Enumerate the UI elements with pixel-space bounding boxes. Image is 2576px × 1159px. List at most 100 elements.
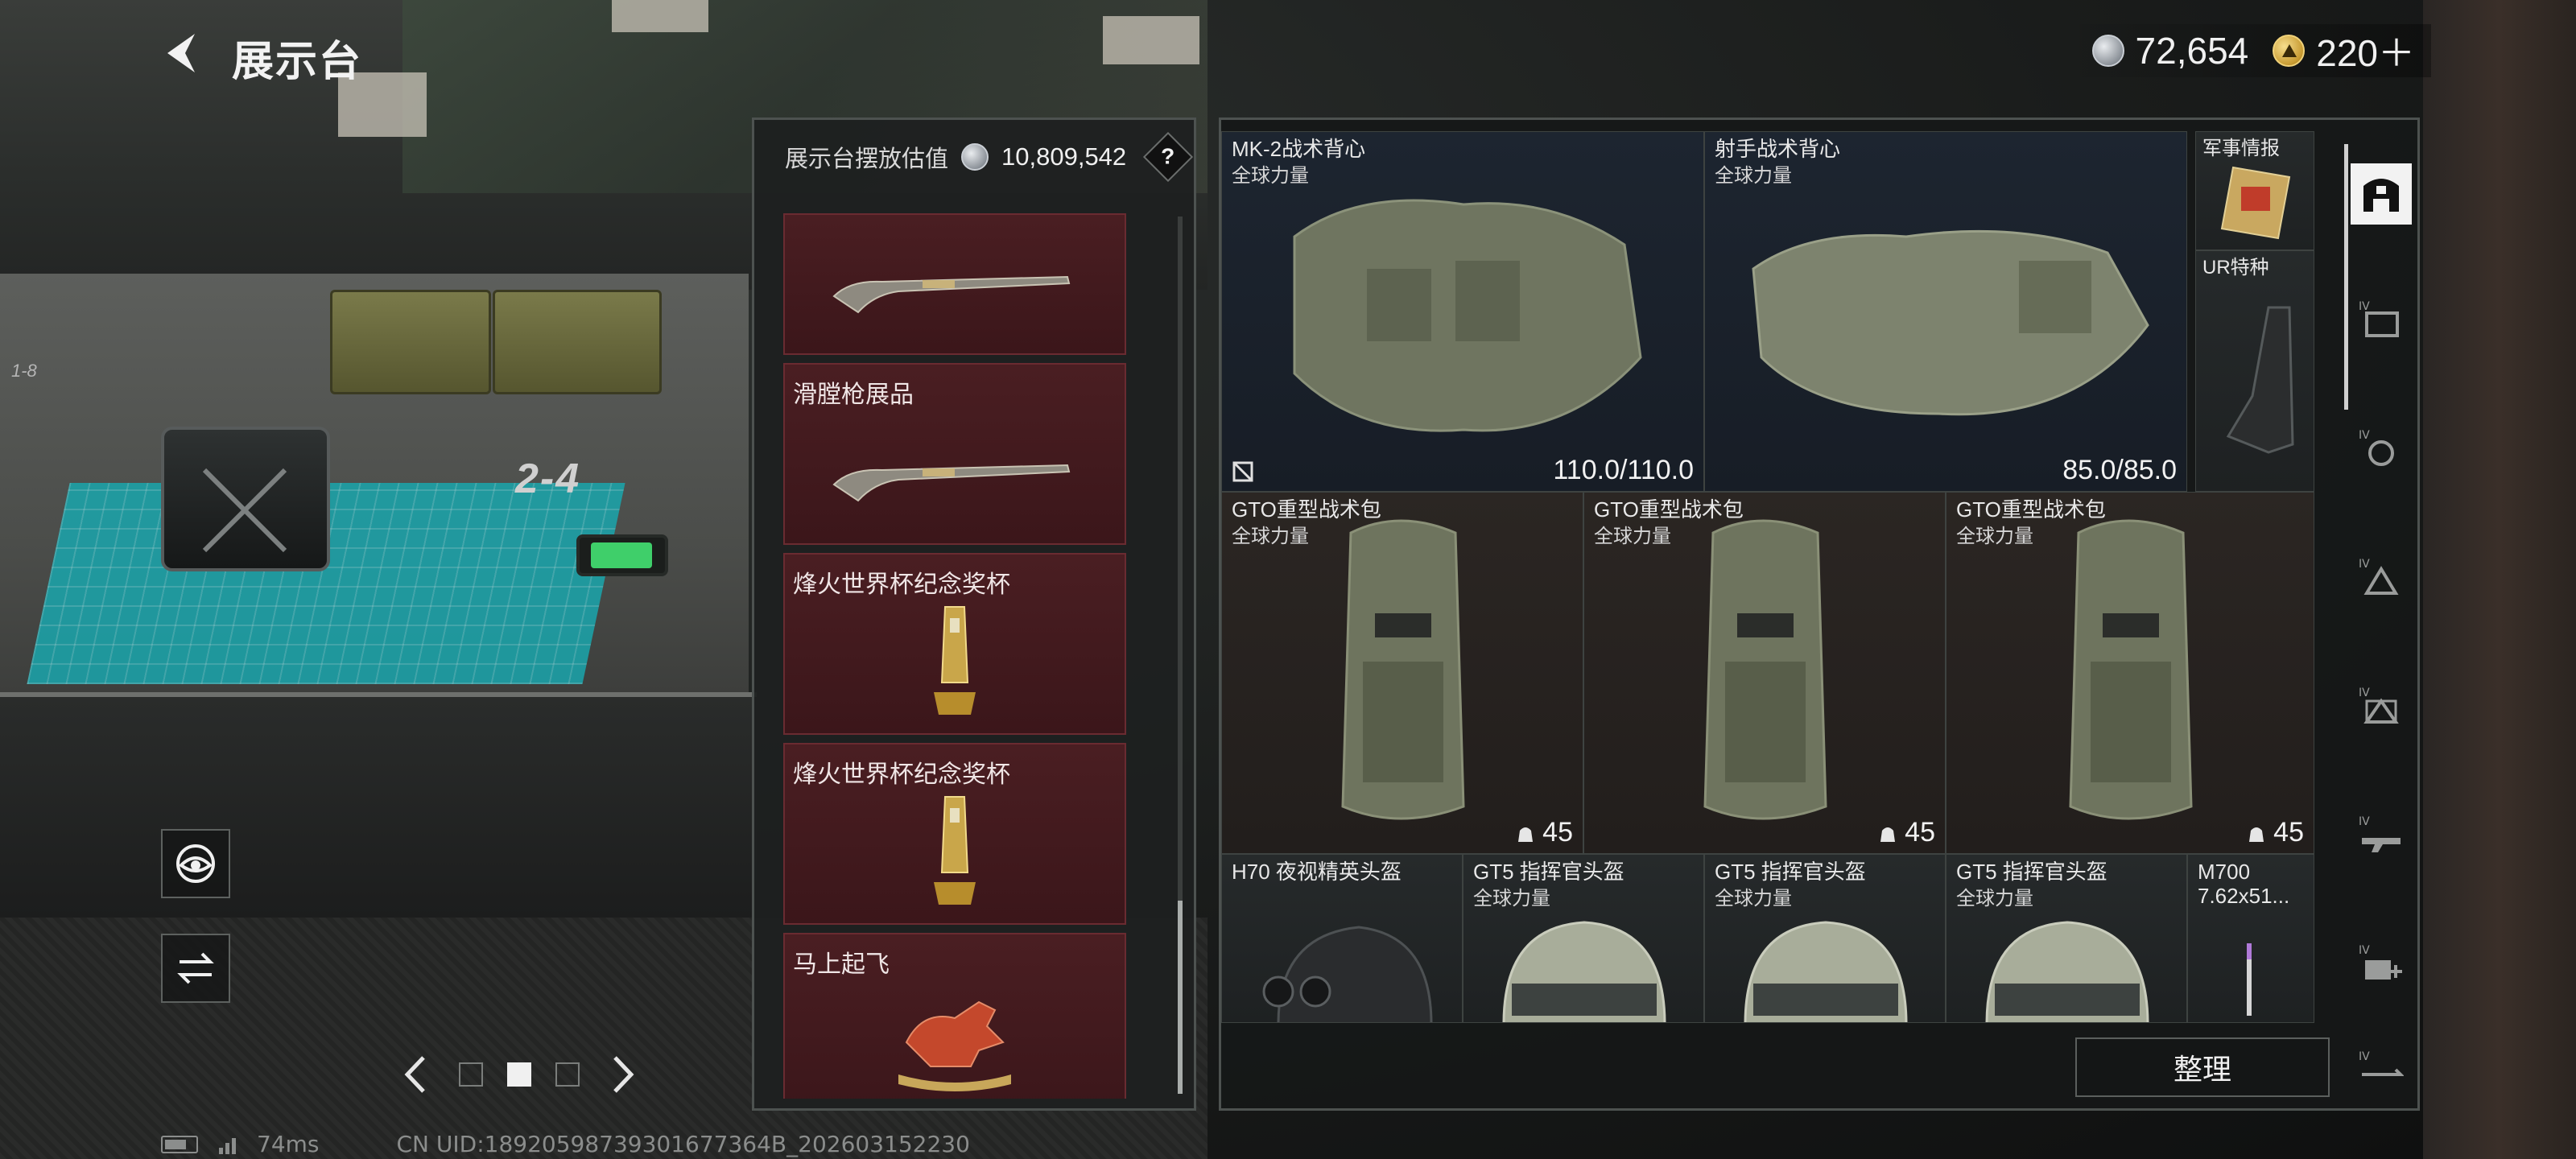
- item-name: H70 夜视精英头盔: [1232, 860, 1402, 884]
- capacity-icon: [2249, 827, 2264, 842]
- item-name: GT5 指挥官头盔: [1715, 860, 1866, 884]
- grid-slot-label: 2-4: [515, 456, 581, 502]
- misc-category-icon: IV: [2359, 1050, 2404, 1076]
- back-button[interactable]: [158, 29, 206, 77]
- svg-text:IV: IV: [2359, 300, 2370, 313]
- jerrycan-exhibit[interactable]: [161, 427, 330, 571]
- item-name: 射手战术背心: [1715, 137, 1841, 161]
- showcase-value-amount: 10,809,542: [1001, 142, 1127, 171]
- category-sidebar: IV IV IV IV IV IV IV: [2344, 120, 2420, 1108]
- currency-gold[interactable]: 220＋: [2273, 24, 2415, 77]
- uid-text: CN UID:18920598739301677364B_20260315223…: [396, 1131, 970, 1157]
- chest-rig-category-icon: IV: [2359, 687, 2399, 724]
- page-dot[interactable]: [555, 1062, 580, 1087]
- showcase-item-list[interactable]: 滑膛枪展品 烽火世界杯纪念奖杯 烽火世界杯纪念奖杯 马上起飞: [783, 213, 1158, 1099]
- ammo-crate: [493, 290, 662, 394]
- add-container-icon: IV: [2359, 944, 2402, 980]
- category-tab-backpack[interactable]: IV: [2351, 418, 2412, 479]
- inventory-item-intel[interactable]: 军事情报: [2195, 131, 2314, 250]
- category-tab-misc[interactable]: IV: [2351, 1037, 2412, 1094]
- list-scrollbar[interactable]: [1178, 217, 1183, 1094]
- list-item[interactable]: 烽火世界杯纪念奖杯: [783, 743, 1126, 925]
- swap-button[interactable]: [161, 934, 230, 1003]
- eye-icon: [176, 844, 215, 883]
- durability-icon: [1232, 461, 1253, 482]
- scene-paper: [1103, 16, 1199, 64]
- currency-bar: 72,654 220＋: [2059, 24, 2431, 77]
- inventory-item-vest[interactable]: MK-2战术背心 全球力量 110.0/110.0: [1221, 131, 1704, 492]
- inventory-item-stock[interactable]: UR特种: [2195, 250, 2314, 492]
- inventory-item-backpack[interactable]: GTO重型战术包 全球力量 45: [1946, 492, 2314, 854]
- item-name: GT5 指挥官头盔: [1956, 860, 2107, 884]
- inventory-item-helmet[interactable]: GT5 指挥官头盔 全球力量: [1704, 854, 1946, 1023]
- inventory-item-backpack[interactable]: GTO重型战术包 全球力量 45: [1221, 492, 1583, 854]
- inventory-item-helmet[interactable]: GT5 指挥官头盔 全球力量: [1463, 854, 1704, 1023]
- category-tab-add[interactable]: IV: [2351, 933, 2412, 994]
- ping-value: 74ms: [257, 1131, 320, 1157]
- list-item-label: 烽火世界杯纪念奖杯: [793, 761, 1010, 788]
- item-faction: 全球力量: [1232, 526, 1309, 547]
- next-page-button[interactable]: [604, 1050, 644, 1099]
- help-button[interactable]: ?: [1143, 131, 1194, 183]
- category-tab-armor[interactable]: IV: [2351, 289, 2412, 350]
- status-line: 74ms CN UID:18920598739301677364B_202603…: [161, 1131, 970, 1157]
- sort-button[interactable]: 整理: [2075, 1037, 2330, 1097]
- all-items-icon: [2363, 179, 2399, 212]
- green-device-exhibit[interactable]: [576, 534, 668, 576]
- item-faction: 全球力量: [1594, 526, 1671, 547]
- inventory-item-helmet[interactable]: H70 夜视精英头盔: [1221, 854, 1463, 1023]
- currency-silver[interactable]: 72,654: [2091, 29, 2248, 72]
- showcase-list-panel: 展示台摆放估值 10,809,542 ? 滑膛枪展品 烽火世界杯纪念奖杯 烽火世…: [752, 118, 1196, 1111]
- inventory-item-helmet[interactable]: GT5 指挥官头盔 全球力量: [1946, 854, 2187, 1023]
- category-tab-weapon[interactable]: IV: [2351, 804, 2412, 865]
- category-scrollbar[interactable]: [2344, 144, 2348, 410]
- horse-statue-icon: [785, 980, 1125, 1099]
- inventory-item-vest[interactable]: 射手战术背心 全球力量 85.0/85.0: [1704, 131, 2187, 492]
- capacity-icon: [1518, 827, 1534, 842]
- item-faction: 全球力量: [1956, 888, 2033, 909]
- commander-helmet-icon: [1502, 921, 1666, 1022]
- list-item[interactable]: 马上起飞: [783, 933, 1126, 1099]
- category-tab-all[interactable]: [2351, 163, 2412, 225]
- silver-coin-icon: [2091, 35, 2124, 67]
- currency-gold-value: 220＋: [2316, 32, 2415, 74]
- swap-arrows-icon: [177, 952, 214, 984]
- prev-page-button[interactable]: [394, 1050, 435, 1099]
- jerrycan-x-icon: [202, 468, 287, 553]
- commander-helmet-icon: [1744, 921, 1908, 1022]
- list-scrollbar-thumb[interactable]: [1178, 901, 1183, 1094]
- rifle-stock-icon: [2226, 306, 2294, 454]
- item-faction: 全球力量: [1473, 888, 1550, 909]
- view-toggle-button[interactable]: [161, 829, 230, 898]
- inventory-panel: MK-2战术背心 全球力量 110.0/110.0 射手战术背心 全球力量 85…: [1219, 118, 2420, 1111]
- capacity-icon: [1880, 827, 1896, 842]
- backpack-icon: [1341, 519, 1465, 820]
- flintlock-rifle-icon: [785, 410, 1125, 535]
- back-arrow-icon: [167, 34, 195, 72]
- page-dot-active[interactable]: [507, 1062, 531, 1087]
- svg-text:IV: IV: [2359, 944, 2370, 957]
- item-faction: 全球力量: [1956, 526, 2033, 547]
- list-item[interactable]: 滑膛枪展品: [783, 363, 1126, 545]
- list-item-label: 烽火世界杯纪念奖杯: [793, 571, 1010, 598]
- item-name: MK-2战术背心: [1232, 137, 1366, 161]
- list-item[interactable]: 烽火世界杯纪念奖杯: [783, 553, 1126, 735]
- list-item[interactable]: [783, 213, 1126, 355]
- scene-table-drawers: [0, 692, 757, 918]
- page-dot[interactable]: [459, 1062, 483, 1087]
- svg-text:IV: IV: [2359, 815, 2370, 828]
- chevron-right-icon: [613, 1056, 634, 1093]
- item-name: UR特种: [2202, 257, 2269, 278]
- category-tab-chest-rig[interactable]: IV: [2351, 675, 2412, 736]
- svg-text:IV: IV: [2359, 1050, 2370, 1063]
- inventory-item-ammo[interactable]: M700 7.62x51...: [2187, 854, 2314, 1023]
- shelf-label: 1-8: [11, 361, 37, 381]
- item-count: 45: [1515, 817, 1573, 848]
- item-count: 45: [1877, 817, 1935, 848]
- chevron-left-icon: [404, 1056, 425, 1093]
- trophy-icon: [785, 790, 1125, 915]
- armor-category-icon: IV: [2359, 300, 2399, 337]
- inventory-item-backpack[interactable]: GTO重型战术包 全球力量 45: [1583, 492, 1946, 854]
- weapon-category-icon: IV: [2359, 815, 2401, 852]
- category-tab-helmet[interactable]: IV: [2351, 547, 2412, 608]
